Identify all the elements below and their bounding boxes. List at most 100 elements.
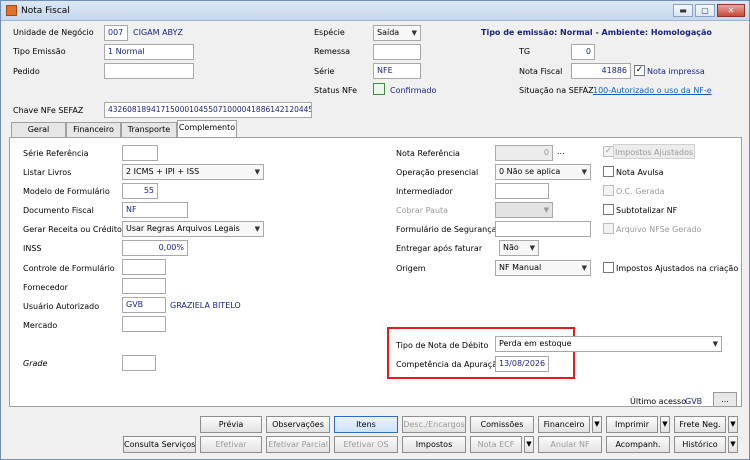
nota-ref-input[interactable]: 0: [495, 145, 553, 161]
chevron-down-icon: ▼: [254, 168, 260, 176]
nota-fiscal-window: Nota Fiscal ▬ ▢ ✕ Unidade de Negócio 007…: [0, 0, 750, 460]
listar-livros-select[interactable]: 2 ICMS + IPI + ISS ▼: [122, 164, 264, 180]
chave-input[interactable]: 4326081894171500010455071000041886142120…: [104, 102, 312, 118]
operacao-value: 0 Não se aplica: [499, 167, 561, 176]
especie-value: Saída: [377, 28, 400, 37]
modelo-form-label: Modelo de Formulário: [23, 187, 110, 196]
especie-select[interactable]: Saída ▼: [373, 25, 421, 41]
nota-impressa-label: Nota impressa: [647, 67, 705, 76]
doc-fiscal-label: Documento Fiscal: [23, 206, 94, 215]
remessa-input[interactable]: [373, 44, 421, 60]
nota-impressa-checkbox[interactable]: ✓: [634, 65, 645, 76]
inss-label: INSS: [23, 244, 42, 253]
tab-financeiro[interactable]: Financeiro: [66, 122, 121, 137]
arquivo-nfse-checkbox[interactable]: [603, 223, 614, 234]
situacao-link[interactable]: 100-Autorizado o uso da NF-e: [593, 86, 712, 95]
form-seguranca-input[interactable]: [495, 221, 591, 237]
subtotalizar-checkbox[interactable]: [603, 204, 614, 215]
subtotalizar-label: Subtotalizar NF: [616, 206, 678, 215]
impostos-button[interactable]: Impostos: [402, 436, 466, 453]
ultimo-acesso-button[interactable]: ...: [713, 392, 737, 407]
chevron-down-icon: ▼: [712, 340, 718, 348]
chevron-down-icon: ▼: [543, 206, 549, 214]
impostos-criacao-label: Impostos Ajustados na criação: [616, 264, 739, 273]
title-bar: Nota Fiscal ▬ ▢ ✕: [1, 1, 749, 21]
gerar-receita-value: Usar Regras Arquivos Legais: [126, 224, 240, 233]
anular-nf-button[interactable]: Anular NF: [538, 436, 602, 453]
status-indicator-icon: [373, 83, 385, 95]
itens-button[interactable]: Itens: [334, 416, 398, 433]
nota-ref-label: Nota Referência: [396, 149, 460, 158]
doc-fiscal-input[interactable]: NF: [122, 202, 188, 218]
nota-fiscal-input[interactable]: 41886: [571, 63, 631, 79]
impostos-criacao-checkbox[interactable]: [603, 262, 614, 273]
efetivar-parcial-button[interactable]: Efetivar Parcial: [266, 436, 330, 453]
tipo-emissao-label: Tipo Emissão: [13, 47, 66, 56]
efetivar-button[interactable]: Efetivar: [200, 436, 262, 453]
tipo-debito-label: Tipo de Nota de Débito: [396, 341, 489, 350]
tab-transporte[interactable]: Transporte: [121, 122, 177, 137]
previa-button[interactable]: Prévia: [200, 416, 262, 433]
serie-input[interactable]: NFE: [373, 63, 421, 79]
nota-avulsa-checkbox[interactable]: [603, 166, 614, 177]
cobrar-pauta-select[interactable]: ▼: [495, 202, 553, 218]
entregar-select[interactable]: Não ▼: [499, 240, 539, 256]
frete-dropdown-icon[interactable]: ▼: [728, 416, 738, 433]
unidade-label: Unidade de Negócio: [13, 28, 94, 37]
chevron-down-icon: ▼: [254, 225, 260, 233]
historico-dropdown-icon[interactable]: ▼: [728, 436, 738, 453]
oc-gerada-checkbox[interactable]: [603, 185, 614, 196]
fornecedor-input[interactable]: [122, 278, 166, 294]
financeiro-button[interactable]: Financeiro: [538, 416, 590, 433]
competencia-label: Competência da Apuração: [396, 360, 502, 369]
tipo-debito-select[interactable]: Perda em estoque ▼: [495, 336, 722, 352]
imprimir-button[interactable]: Imprimir: [606, 416, 658, 433]
competencia-input[interactable]: 13/08/2026: [495, 356, 549, 372]
acompanh-button[interactable]: Acompanh.: [606, 436, 670, 453]
comissoes-button[interactable]: Comissões: [470, 416, 534, 433]
usuario-code-input[interactable]: GVB: [122, 297, 166, 313]
nota-ref-ellipsis-button[interactable]: ...: [557, 147, 565, 156]
remessa-label: Remessa: [314, 47, 351, 56]
tab-geral[interactable]: Geral: [11, 122, 66, 137]
serie-ref-input[interactable]: [122, 145, 158, 161]
nota-ecf-button[interactable]: Nota ECF: [470, 436, 522, 453]
intermediador-label: Intermediador: [396, 187, 453, 196]
cobrar-pauta-label: Cobrar Pauta: [396, 206, 449, 215]
status-nfe-label: Status NFe: [314, 86, 358, 95]
fornecedor-label: Fornecedor: [23, 283, 68, 292]
grade-input[interactable]: [122, 355, 156, 371]
desc-encargos-button[interactable]: Desc./Encargos: [402, 416, 466, 433]
window-title: Nota Fiscal: [21, 6, 70, 16]
chevron-down-icon: ▼: [581, 168, 587, 176]
unidade-code-input[interactable]: 007: [104, 25, 128, 41]
mercado-input[interactable]: [122, 316, 166, 332]
tg-input[interactable]: 0: [571, 44, 595, 60]
pedido-input[interactable]: [104, 63, 194, 79]
oc-gerada-label: O.C. Gerada: [616, 187, 665, 196]
tab-complemento[interactable]: Complemento: [177, 120, 237, 137]
arquivo-nfse-label: Arquivo NFSe Gerado: [616, 225, 702, 234]
minimize-button[interactable]: ▬: [673, 4, 693, 17]
inss-input[interactable]: 0,00%: [122, 240, 188, 256]
listar-livros-label: Listar Livros: [23, 168, 72, 177]
efetivar-os-button[interactable]: Efetivar OS: [334, 436, 398, 453]
intermediador-input[interactable]: [495, 183, 549, 199]
restore-button[interactable]: ▢: [695, 4, 715, 17]
tipo-emissao-input[interactable]: 1 Normal: [104, 44, 194, 60]
consulta-servicos-button[interactable]: Consulta Serviços: [123, 436, 196, 453]
historico-button[interactable]: Histórico: [674, 436, 726, 453]
modelo-form-input[interactable]: 55: [122, 183, 158, 199]
frete-neg-button[interactable]: Frete Neg.: [674, 416, 726, 433]
chevron-down-icon: ▼: [581, 264, 587, 272]
origem-select[interactable]: NF Manual ▼: [495, 260, 591, 276]
nota-ecf-dropdown-icon[interactable]: ▼: [524, 436, 534, 453]
financeiro-dropdown-icon[interactable]: ▼: [592, 416, 602, 433]
close-button[interactable]: ✕: [717, 4, 745, 17]
impostos-ajustados-label: Impostos Ajustados: [615, 148, 694, 157]
imprimir-dropdown-icon[interactable]: ▼: [660, 416, 670, 433]
operacao-select[interactable]: 0 Não se aplica ▼: [495, 164, 591, 180]
observacoes-button[interactable]: Observações: [266, 416, 330, 433]
gerar-receita-select[interactable]: Usar Regras Arquivos Legais ▼: [122, 221, 264, 237]
controle-form-input[interactable]: [122, 259, 166, 275]
